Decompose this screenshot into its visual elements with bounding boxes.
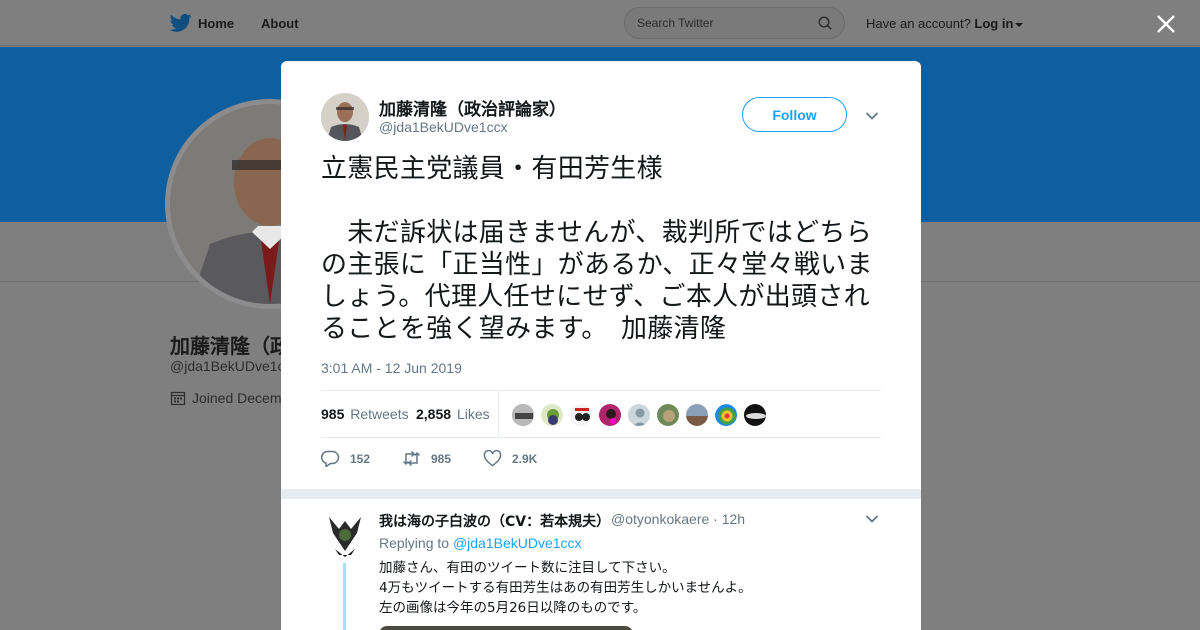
likes-count: 2,858: [416, 406, 452, 422]
retweet-count: 985: [431, 451, 452, 466]
home-nav-link[interactable]: Home: [170, 13, 234, 33]
search-placeholder: Search Twitter: [637, 16, 714, 30]
liker-avatar[interactable]: [627, 403, 651, 427]
replying-to: Replying to @jda1BekUDve1ccx: [379, 535, 582, 551]
liker-avatar[interactable]: [511, 403, 535, 427]
liker-avatar[interactable]: [598, 403, 622, 427]
replying-to-prefix: Replying to: [379, 535, 450, 551]
likes-label: Likes: [456, 406, 490, 422]
close-icon[interactable]: [1156, 14, 1176, 34]
liker-avatar[interactable]: [540, 403, 564, 427]
tweet-author-avatar[interactable]: [321, 93, 369, 141]
chevron-down-icon[interactable]: [865, 111, 879, 121]
reply-age[interactable]: · 12h: [713, 511, 745, 527]
account-prompt-text: Have an account?: [866, 16, 971, 31]
reply-icon: [321, 450, 340, 467]
retweet-icon: [402, 450, 421, 467]
twitter-bird-icon: [170, 13, 192, 32]
reply-meta: @otyonkokaere · 12h: [611, 511, 745, 527]
liker-avatar[interactable]: [656, 403, 680, 427]
liker-avatar[interactable]: [685, 403, 709, 427]
liker-avatar[interactable]: [743, 403, 767, 427]
tweet-timestamp[interactable]: 3:01 AM - 12 Jun 2019: [321, 360, 462, 376]
search-input[interactable]: Search Twitter: [624, 7, 845, 39]
heart-icon: [483, 450, 502, 467]
replying-to-link[interactable]: @jda1BekUDve1ccx: [453, 535, 582, 551]
login-link[interactable]: Log in: [974, 16, 1013, 31]
tweet-actions: 152 985 2.9K: [321, 450, 881, 470]
author-avatar-photo: [321, 93, 369, 141]
tweet-author-name[interactable]: 加藤清隆（政治評論家）: [379, 95, 566, 120]
profile-handle: @jda1BekUDve1ccx: [170, 358, 299, 374]
top-navigation-bar: Home About Search Twitter Have an accoun…: [0, 0, 1200, 46]
retweets-count: 985: [321, 406, 345, 422]
follow-button[interactable]: Follow: [742, 97, 847, 132]
reply-author-avatar[interactable]: [321, 511, 369, 559]
about-nav-link[interactable]: About: [261, 16, 299, 31]
tweet-modal: 加藤清隆（政治評論家） @jda1BekUDve1ccx Follow 立憲民主…: [281, 61, 921, 630]
stats-divider: [498, 391, 499, 438]
chevron-down-icon[interactable]: [865, 514, 879, 524]
liker-avatar[interactable]: [569, 403, 593, 427]
chevron-down-icon[interactable]: [1015, 22, 1024, 27]
reply-author-handle[interactable]: @otyonkokaere: [611, 511, 709, 527]
like-button[interactable]: 2.9K: [483, 450, 537, 467]
reply-avatar-image: [321, 511, 369, 559]
reply-button[interactable]: 152: [321, 450, 370, 467]
tweet-stats: 985 Retweets 2,858 Likes: [321, 390, 881, 438]
calendar-icon: [170, 391, 186, 406]
tweet-author-handle[interactable]: @jda1BekUDve1ccx: [379, 119, 508, 135]
likes-stat[interactable]: 2,858 Likes: [416, 406, 490, 422]
retweets-label: Retweets: [350, 406, 409, 422]
reply-text: 加藤さん、有田のツイート数に注目して下さい。 4万もツイートする有田芳生はあの有…: [379, 558, 752, 618]
search-icon[interactable]: [818, 16, 832, 30]
reply-text-line: 4万もツイートする有田芳生はあの有田芳生しかいませんよ。: [379, 580, 752, 596]
liker-avatar[interactable]: [714, 403, 738, 427]
retweets-stat[interactable]: 985 Retweets: [321, 406, 409, 422]
reply-count: 152: [350, 451, 371, 466]
tweet-text: 立憲民主党議員・有田芳生様 未だ訴状は届きませんが、裁判所ではどちらの主張に「正…: [321, 154, 873, 344]
reply-media-image[interactable]: [379, 626, 633, 630]
reply-text-line: 左の画像は今年の5月26日以降のものです。: [379, 600, 647, 616]
thread-line: [343, 563, 346, 630]
reply-tweet[interactable]: 我は海の子白波の（CV：若本規夫） @otyonkokaere · 12h Re…: [321, 509, 881, 630]
reply-author-name[interactable]: 我は海の子白波の（CV：若本規夫）: [379, 511, 610, 531]
replies-divider: [281, 489, 921, 499]
reply-text-line: 加藤さん、有田のツイート数に注目して下さい。: [379, 560, 676, 576]
retweet-button[interactable]: 985: [402, 450, 451, 467]
account-prompt: Have an account? Log in: [866, 16, 1024, 31]
home-nav-label: Home: [198, 15, 235, 31]
like-count: 2.9K: [512, 451, 538, 466]
